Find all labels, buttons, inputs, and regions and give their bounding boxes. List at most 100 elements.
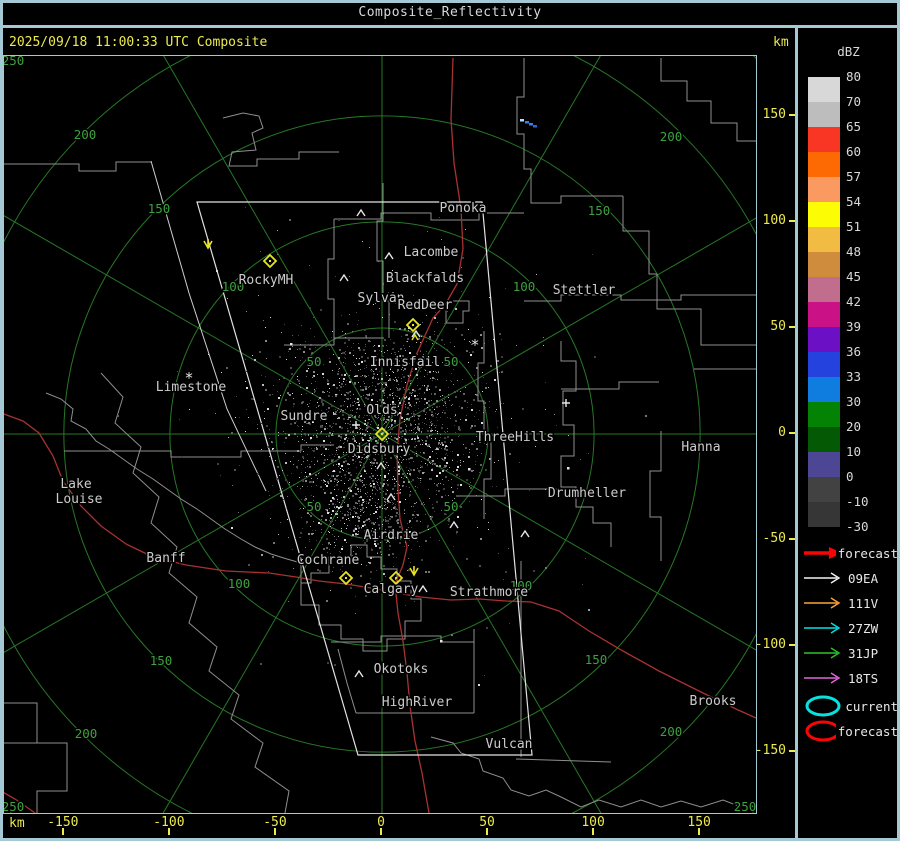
ring-distance-label: 200 — [75, 726, 98, 741]
colorbar-label: 80 — [846, 69, 862, 84]
storm-track-dot-icon — [525, 121, 529, 124]
x-axis-tick — [380, 828, 382, 835]
city-label: Olds — [366, 403, 397, 418]
yellow-down-arrow-icon — [203, 239, 213, 250]
storm-cell-caret-icon — [356, 208, 366, 217]
city-label: Louise — [56, 492, 103, 507]
colorbar-block — [808, 352, 840, 377]
ring-distance-label: 50 — [443, 354, 458, 369]
ring-distance-label: 100 — [513, 279, 536, 294]
colorbar-label: 10 — [846, 444, 862, 459]
x-axis-tick — [273, 828, 276, 835]
colorbar-label: 57 — [846, 169, 862, 184]
legend-item: 111V — [802, 592, 898, 614]
city-label: Banff — [146, 551, 185, 566]
range-spoke-line — [381, 433, 756, 651]
city-label: Didsbury — [348, 442, 411, 457]
legend-item-label: forecast — [837, 723, 898, 739]
colorbar-block — [808, 477, 840, 502]
legend-arrow-icon — [804, 622, 841, 634]
storm-cell-caret-icon — [384, 251, 394, 260]
dot-marker-icon — [290, 343, 293, 346]
ring-distance-label: 100 — [228, 576, 251, 591]
boundary-line — [622, 196, 756, 346]
colorbar-label: 36 — [846, 344, 862, 359]
legend-arrow-icon — [804, 547, 836, 559]
storm-cell-caret-icon — [376, 461, 386, 470]
legend-item: current — [802, 695, 898, 717]
timestamp-label: 2025/09/18 11:00:33 UTC Composite — [9, 35, 268, 50]
boundary-line — [100, 372, 290, 813]
radar-map[interactable]: * * 250 200 150 100 50 50 100 150 200 50 100 150 200 25… — [3, 55, 757, 814]
city-label: Lake — [60, 477, 91, 492]
boundary-line — [222, 112, 339, 167]
ring-distance-label: 150 — [150, 653, 173, 668]
boundary-line — [515, 758, 612, 763]
star-marker-icon: * — [470, 336, 479, 354]
ring-distance-label: 50 — [443, 499, 458, 514]
legend-item-label: forecast — [837, 545, 898, 561]
ring-distance-label: 150 — [588, 203, 611, 218]
colorbar-label: 33 — [846, 369, 862, 384]
city-label: Innisfail — [370, 355, 440, 370]
boundary-line — [36, 742, 68, 813]
dot-marker-icon — [440, 640, 443, 643]
city-label: HighRiver — [382, 695, 453, 710]
storm-cell-caret-icon — [520, 529, 530, 538]
x-axis-tick — [167, 828, 170, 835]
colorbar-block — [808, 102, 840, 127]
y-axis-label: -150 — [754, 743, 786, 759]
radar-map-canvas[interactable]: **25020015010050 501001502005010015020025… — [4, 56, 756, 813]
colorbar-label: 30 — [846, 394, 862, 409]
legend-item: 27ZW — [802, 617, 898, 639]
colorbar-label: 54 — [846, 194, 862, 209]
colorbar-block — [808, 177, 840, 202]
ring-distance-label: 200 — [660, 129, 683, 144]
colorbar-block — [808, 77, 840, 102]
colorbar-block — [808, 427, 840, 452]
storm-cell-caret-icon — [339, 273, 349, 282]
colorbar-block — [808, 227, 840, 252]
boundary-line — [430, 736, 756, 808]
ring-distance-label: 50 — [306, 354, 321, 369]
y-axis-label: 50 — [770, 318, 786, 334]
legend-arrow-icon — [804, 572, 841, 584]
bottom-axis-unit-label: km — [9, 816, 25, 831]
boundary-line — [376, 183, 390, 338]
colorbar-label: 51 — [846, 219, 862, 234]
city-label: Okotoks — [374, 662, 429, 677]
y-axis-label: -50 — [762, 531, 786, 547]
boundary-line — [560, 341, 612, 547]
dot-marker-icon — [468, 468, 471, 471]
window-title: Composite_Reflectivity — [358, 5, 542, 20]
colorbar-label: 70 — [846, 94, 862, 109]
y-axis-label: 150 — [762, 106, 786, 122]
colorbar-block — [808, 502, 840, 527]
colorbar-label: 45 — [846, 269, 862, 284]
dot-marker-icon — [567, 467, 570, 470]
colorbar-label: 48 — [846, 244, 862, 259]
y-axis-label: 0 — [778, 425, 786, 440]
storm-cell-caret-icon — [418, 584, 428, 593]
city-label: Cochrane — [297, 553, 360, 568]
colorbar-label: 39 — [846, 319, 862, 334]
colorbar-label: 20 — [846, 419, 862, 434]
ring-distance-label: 150 — [585, 652, 608, 667]
city-label: Lacombe — [404, 245, 459, 260]
city-label: Vulcan — [486, 737, 533, 752]
colorbar-title: dBZ — [837, 44, 860, 59]
storm-cell-caret-icon — [354, 669, 364, 678]
ring-distance-label: 50 — [306, 499, 321, 514]
legend-item: 09EA — [802, 567, 898, 589]
colorbar-block — [808, 152, 840, 177]
legend-item: forecast — [802, 720, 898, 742]
colorbar-block — [808, 452, 840, 477]
ring-distance-label: 200 — [74, 127, 97, 142]
legend-item-label: 09EA — [848, 570, 879, 586]
x-axis-tick — [486, 828, 489, 835]
colorbar-label: 65 — [846, 119, 862, 134]
legend-item: forecast — [802, 542, 898, 564]
radar-app-window: { "window": { "title": "Composite_Reflec… — [0, 0, 900, 841]
city-label: ThreeHills — [476, 430, 554, 445]
legend-item-label: 27ZW — [848, 620, 879, 636]
